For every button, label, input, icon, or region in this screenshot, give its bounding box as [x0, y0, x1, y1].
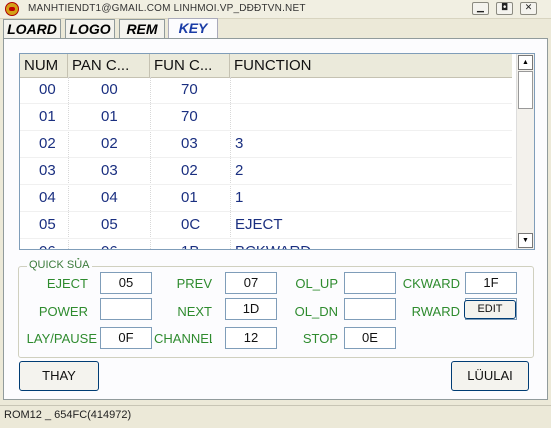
table-cell-num: 01 [39, 108, 56, 125]
table-row[interactable]: 03 03 02 2 [20, 158, 512, 185]
vol-up-label: OL_UP [295, 276, 338, 291]
forward-label: RWARD [411, 304, 460, 319]
table-cell-num: 00 [39, 81, 56, 98]
table-cell-pan: 00 [101, 81, 118, 98]
table-cell-pan: 05 [101, 216, 118, 233]
close-button[interactable]: ✕ [520, 2, 537, 15]
table-cell-pan: 03 [101, 162, 118, 179]
power-label: POWER [38, 304, 88, 319]
title-bar: MANHTIENDT1@GMAIL.COM LINHMOI.VP_DĐĐTVN.… [0, 0, 551, 19]
table-cell-function: 3 [235, 135, 244, 152]
table-cell-fun: 1B [181, 239, 199, 249]
header-num[interactable]: NUM [20, 54, 68, 77]
play-pause-code-field[interactable]: 0F [100, 327, 152, 349]
table-cell-function: 2 [235, 162, 244, 179]
status-bar: ROM12 _ 654FC(414972) [0, 405, 551, 428]
maximize-button[interactable]: ◘ [496, 2, 513, 15]
table-cell-num: 05 [39, 216, 56, 233]
status-text: ROM12 _ 654FC(414972) [4, 409, 132, 421]
bckward-label: CKWARD [402, 276, 460, 291]
table-row[interactable]: 01 01 70 [20, 104, 512, 131]
table-row[interactable]: 06 06 1B BCKWARD [20, 239, 512, 249]
table-header: NUM PAN C... FUN C... FUNCTION [20, 54, 512, 78]
bckward-code-field[interactable]: 1F [465, 272, 517, 294]
channel-code-field[interactable]: 12 [225, 327, 277, 349]
eject-code-field[interactable]: 05 [100, 272, 152, 294]
app-logo-icon [5, 2, 19, 16]
channel-label: CHANNEL [154, 331, 212, 346]
table-cell-fun: 01 [181, 189, 198, 206]
vol-up-code-field[interactable] [344, 272, 396, 294]
header-function[interactable]: FUNCTION [230, 54, 512, 77]
table-cell-fun: 70 [181, 108, 198, 125]
table-cell-function: BCKWARD [235, 239, 311, 249]
scroll-down-icon[interactable]: ▼ [518, 233, 533, 248]
table-cell-num: 03 [39, 162, 56, 179]
vol-dn-label: OL_DN [294, 304, 338, 319]
table-cell-pan: 06 [101, 239, 118, 249]
prev-label: PREV [176, 276, 212, 291]
key-table[interactable]: NUM PAN C... FUN C... FUNCTION 00 00 70 01 0… [19, 53, 535, 250]
table-cell-function: 1 [235, 189, 244, 206]
tab-key[interactable]: KEY [168, 18, 218, 38]
header-pan-code[interactable]: PAN C... [68, 54, 150, 77]
table-row[interactable]: 05 05 0C EJECT [20, 212, 512, 239]
window-title: MANHTIENDT1@GMAIL.COM LINHMOI.VP_DĐĐTVN.… [28, 3, 306, 14]
table-cell-fun: 70 [181, 81, 198, 98]
power-code-field[interactable] [100, 298, 152, 320]
table-cell-num: 02 [39, 135, 56, 152]
next-code-field[interactable]: 1D [225, 298, 277, 320]
table-scrollbar[interactable]: ▲ ▼ [516, 54, 534, 249]
table-cell-fun: 0C [181, 216, 201, 233]
quick-edit-title: QUICK SỦA [27, 259, 92, 271]
tab-logo[interactable]: LOGO [65, 19, 115, 38]
table-cell-pan: 01 [101, 108, 118, 125]
luulai-button[interactable]: LÜULAI [451, 361, 529, 391]
table-cell-fun: 02 [181, 162, 198, 179]
minimize-button[interactable]: ▁ [472, 2, 489, 15]
stop-code-field[interactable]: 0E [344, 327, 396, 349]
tab-loard[interactable]: LOARD [3, 19, 61, 38]
key-panel: NUM PAN C... FUN C... FUNCTION 00 00 70 01 0… [3, 38, 548, 400]
table-cell-num: 04 [39, 189, 56, 206]
eject-label: EJECT [46, 276, 88, 291]
table-cell-pan: 04 [101, 189, 118, 206]
table-cell-fun: 03 [181, 135, 198, 152]
scroll-up-icon[interactable]: ▲ [518, 55, 533, 70]
table-cell-num: 06 [39, 239, 56, 249]
vol-dn-code-field[interactable] [344, 298, 396, 320]
thay-button[interactable]: THAY [19, 361, 99, 391]
prev-code-field[interactable]: 07 [225, 272, 277, 294]
play-pause-label: LAY/PAUSE [26, 331, 97, 346]
table-row[interactable]: 00 00 70 [20, 77, 512, 104]
header-fun-code[interactable]: FUN C... [150, 54, 230, 77]
table-cell-function: EJECT [235, 216, 283, 233]
table-cell-pan: 02 [101, 135, 118, 152]
stop-label: STOP [302, 331, 338, 346]
edit-button[interactable]: EDIT [464, 300, 516, 319]
table-row[interactable]: 04 04 01 1 [20, 185, 512, 212]
scrollbar-thumb[interactable] [518, 71, 533, 109]
tab-rem[interactable]: REM [119, 19, 165, 38]
table-body: 00 00 70 01 01 70 02 02 03 3 03 03 02 2 04 04 01 1 05 05 0C E… [20, 77, 512, 249]
table-row[interactable]: 02 02 03 3 [20, 131, 512, 158]
next-label: NEXT [177, 304, 212, 319]
